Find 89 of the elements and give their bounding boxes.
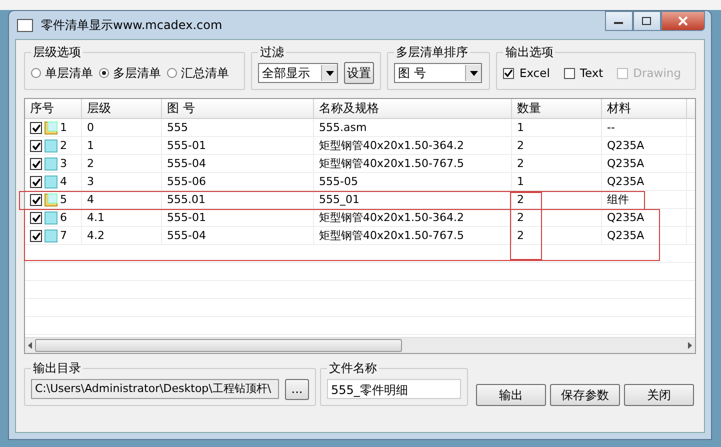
group-title: 多层清单排序 (395, 44, 470, 61)
table-cell: 3 (87, 175, 94, 188)
table-cell: Q235A (607, 139, 644, 152)
table-cell: 2 (517, 211, 524, 224)
table-cell: 2 (517, 157, 524, 170)
table-cell: 2 (517, 193, 524, 206)
table-cell: 4 (60, 175, 67, 188)
table-cell: 2 (60, 139, 67, 152)
checkbox-option[interactable]: Excel (503, 66, 550, 80)
table-cell: 6 (60, 211, 67, 224)
table-cell: 2 (517, 139, 524, 152)
table-cell: 555 (167, 121, 188, 134)
column-header[interactable]: 图 号 (162, 99, 314, 118)
close-icon[interactable] (677, 16, 689, 26)
table-cell: 3 (60, 157, 67, 170)
table-cell: Q235A (607, 229, 644, 242)
sort-dropdown[interactable]: 图 号 (394, 63, 482, 83)
row-checkbox[interactable] (30, 140, 42, 152)
dialog-button[interactable]: 输出 (476, 384, 546, 406)
table-cell: 7 (60, 229, 67, 242)
directory-field[interactable]: C:\Users\Administrator\Desktop\工程钻顶杆\ (31, 379, 279, 399)
table-cell: 4.1 (87, 211, 104, 224)
file-name-field[interactable]: 555_零件明细 (327, 379, 461, 399)
table-cell: 2 (87, 157, 94, 170)
table-cell: Q235A (607, 175, 644, 188)
checkbox[interactable] (564, 68, 575, 78)
settings-button[interactable]: 设置 (344, 62, 374, 84)
column-header[interactable]: 材料 (602, 99, 687, 118)
table-cell: 1 (87, 139, 94, 152)
table-cell: 555-04 (167, 157, 206, 170)
minimize-button[interactable] (605, 11, 633, 31)
window-title: 零件清单显示www.mcadex.com (41, 16, 222, 34)
table-cell: 2 (517, 229, 524, 242)
table-cell: Q235A (607, 211, 644, 224)
table-cell: 555_01 (319, 193, 360, 206)
table-cell: 555.asm (319, 121, 367, 134)
table-cell: 1 (517, 121, 524, 134)
checkbox[interactable] (503, 68, 514, 78)
row-checkbox[interactable] (30, 122, 42, 134)
group-title: 文件名称 (328, 360, 378, 377)
radio-option[interactable]: 汇总清单 (167, 64, 229, 82)
table-cell: 4.2 (87, 229, 104, 242)
maximize-icon[interactable] (641, 16, 653, 26)
row-checkbox[interactable] (30, 158, 42, 170)
scrollbar-thumb[interactable] (35, 339, 402, 352)
row-checkbox[interactable] (30, 212, 42, 224)
radio-button-icon[interactable] (31, 68, 41, 78)
group-title: 层级选项 (32, 44, 82, 61)
column-header[interactable]: 名称及规格 (314, 99, 512, 118)
dialog-button[interactable]: 保存参数 (550, 384, 620, 406)
table-cell: 组件 (607, 192, 629, 207)
column-header[interactable]: 数量 (512, 99, 602, 118)
maximize-button[interactable] (633, 11, 661, 31)
table-cell: 1 (517, 175, 524, 188)
table-cell: -- (607, 121, 615, 134)
table-cell: 555-01 (167, 211, 206, 224)
browse-button[interactable]: ... (285, 378, 309, 400)
table-cell: 4 (87, 193, 94, 206)
table-cell: 5 (60, 193, 67, 206)
window-icon (17, 18, 33, 32)
column-header[interactable]: 层级 (82, 99, 162, 118)
group-title: 输出目录 (32, 360, 82, 377)
column-header[interactable]: 序号 (25, 99, 82, 118)
table-cell: Q235A (607, 157, 644, 170)
table-cell: 矩型钢管40x20x1.50-767.5 (319, 156, 464, 171)
table-cell: 555-04 (167, 229, 206, 242)
dialog-button[interactable]: 关闭 (624, 384, 694, 406)
filter-dropdown[interactable]: 全部显示 (258, 63, 338, 83)
table-cell: 0 (87, 121, 94, 134)
radio-option[interactable]: 单层清单 (31, 64, 93, 82)
row-checkbox[interactable] (30, 194, 42, 206)
radio-option[interactable]: 多层清单 (99, 64, 161, 82)
table-cell: 矩型钢管40x20x1.50-364.2 (319, 210, 464, 225)
table-cell: 矩型钢管40x20x1.50-364.2 (319, 138, 464, 153)
table-cell: 555-01 (167, 139, 206, 152)
table-cell: 1 (60, 121, 67, 134)
checkbox-option[interactable]: Text (564, 66, 604, 80)
row-checkbox[interactable] (30, 230, 42, 242)
group-title: 过滤 (259, 44, 286, 61)
table-cell: 矩型钢管40x20x1.50-767.5 (319, 228, 464, 243)
close-button[interactable] (661, 11, 705, 31)
radio-button-icon[interactable] (167, 68, 177, 78)
table-cell: 555-06 (167, 175, 206, 188)
radio-button-icon[interactable] (99, 68, 109, 78)
horizontal-scrollbar[interactable] (25, 337, 695, 353)
group-title: 输出选项 (504, 44, 554, 61)
table-cell: 555-05 (319, 175, 358, 188)
table-cell: 555.01 (167, 193, 206, 206)
row-checkbox[interactable] (30, 176, 42, 188)
